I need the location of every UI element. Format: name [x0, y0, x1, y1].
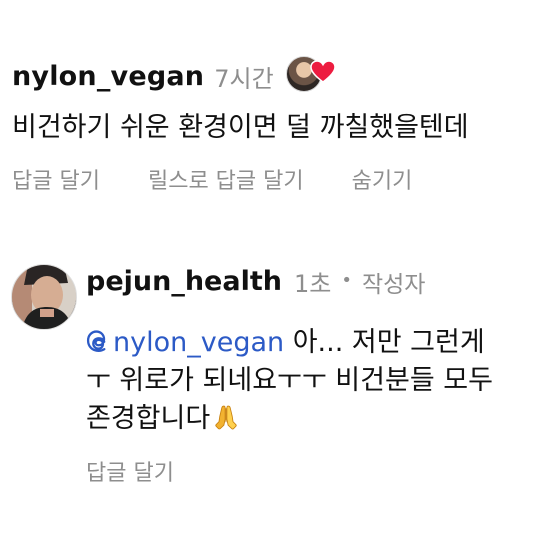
author-label: 작성자: [361, 271, 426, 298]
reply-line-1: nylon_vegan 아... 저만 그런게: [86, 324, 560, 362]
reply-button[interactable]: 답글 달기: [86, 455, 174, 487]
comment-header: pejun_health 1초 • 작성자: [86, 264, 425, 299]
comment-username[interactable]: pejun_health: [86, 266, 282, 297]
reply-line-2: ㅜ 위로가 되네요ㅜㅜ 비건분들 모두: [86, 365, 493, 396]
comment-username[interactable]: nylon_vegan: [12, 61, 204, 92]
threads-at-icon: [86, 330, 106, 352]
avatar[interactable]: [11, 264, 77, 330]
reply-line-3: 존경합니다: [86, 400, 560, 438]
reply-button[interactable]: 답글 달기: [12, 163, 100, 195]
creator-liked-badge: [285, 56, 336, 92]
mention-link[interactable]: nylon_vegan: [86, 327, 284, 358]
heart-icon: [309, 60, 336, 83]
reply-line-3-text: 존경합니다: [86, 403, 211, 434]
comment-timestamp: 7시간: [214, 64, 274, 93]
separator-dot: •: [341, 270, 352, 291]
folded-hands-icon: [215, 405, 237, 430]
mention-username[interactable]: nylon_vegan: [113, 327, 284, 358]
comment-actions: 답글 달기 릴스로 답글 달기 숨기기: [12, 163, 453, 195]
reply-text: nylon_vegan 아... 저만 그런게 ㅜ 위로가 되네요ㅜㅜ 비건분들…: [86, 324, 560, 438]
comment-header: nylon_vegan 7시간: [12, 56, 336, 94]
comment-timestamp: 1초: [293, 270, 332, 298]
comment-pejun-health: pejun_health 1초 • 작성자 nylon_vegan 아... 저…: [0, 250, 560, 510]
profile-photo-icon: [12, 265, 76, 329]
comment-text: 비건하기 쉬운 환경이면 덜 까칠했을텐데: [12, 112, 469, 143]
reply-line-1-text: 아... 저만 그런게: [284, 327, 485, 358]
comment-nylon-vegan: nylon_vegan 7시간 비건하기 쉬운 환경이면 덜 까칠했을텐데 답글…: [0, 0, 560, 220]
hide-button[interactable]: 숨기기: [352, 163, 413, 195]
reply-with-reel-button[interactable]: 릴스로 답글 달기: [148, 163, 304, 195]
